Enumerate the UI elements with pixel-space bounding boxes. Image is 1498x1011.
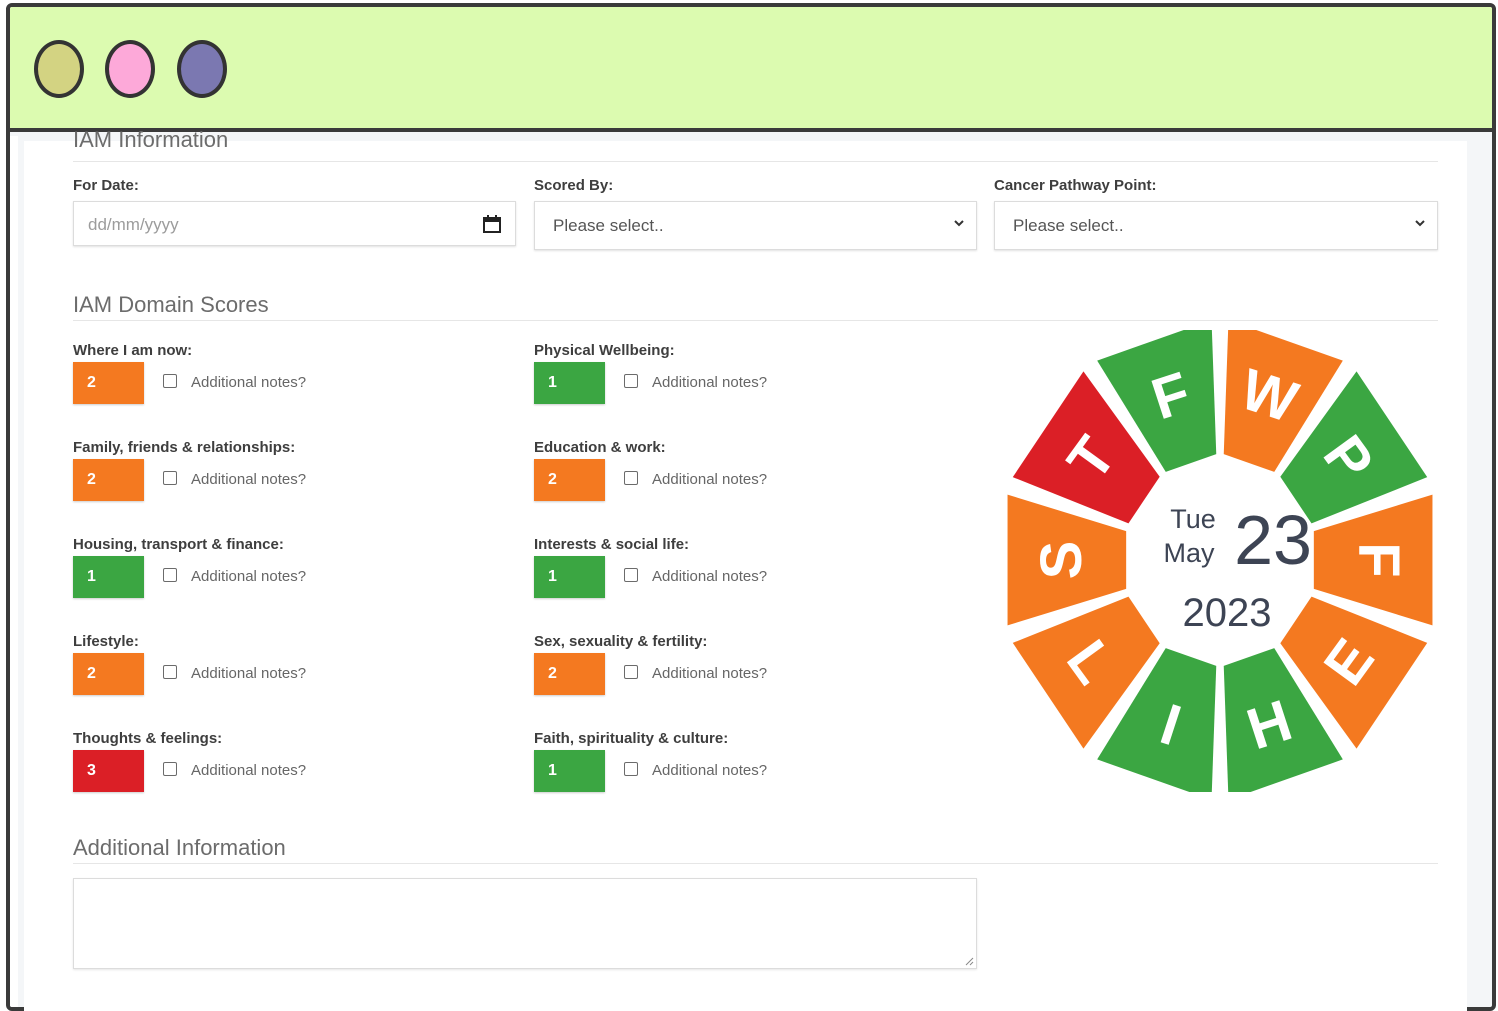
domain-label-housing-transport-finance: Housing, transport & finance:: [73, 536, 284, 553]
additional-notes-checkbox[interactable]: [163, 665, 177, 679]
window-control-pink[interactable]: [105, 40, 155, 98]
calendar-icon[interactable]: [483, 215, 501, 233]
additional-notes-label[interactable]: Additional notes?: [191, 665, 306, 682]
window-control-olive[interactable]: [34, 40, 84, 98]
left-margin: [10, 136, 18, 1007]
title-bar: [10, 7, 1492, 132]
divider: [73, 161, 1438, 162]
domain-label-thoughts-feelings: Thoughts & feelings:: [73, 730, 223, 747]
divider: [73, 320, 1438, 321]
cancer-pathway-select[interactable]: Please select..: [994, 201, 1438, 250]
wheel-segment-letter: S: [1029, 541, 1094, 580]
domain-label-education-work: Education & work:: [534, 439, 666, 456]
section-title-domain-scores: IAM Domain Scores: [73, 292, 269, 317]
additional-notes-checkbox[interactable]: [163, 568, 177, 582]
domain-score-thoughts-feelings[interactable]: 3: [73, 750, 144, 792]
domain-label-lifestyle: Lifestyle:: [73, 633, 139, 650]
additional-notes-label[interactable]: Additional notes?: [652, 374, 767, 391]
additional-info-textarea[interactable]: [73, 878, 977, 969]
additional-notes-label[interactable]: Additional notes?: [652, 471, 767, 488]
for-date-input[interactable]: dd/mm/yyyy: [73, 201, 516, 246]
wheel-day: 23: [1234, 501, 1312, 579]
additional-notes-checkbox[interactable]: [624, 762, 638, 776]
domain-label-sex-sexuality-fertility: Sex, sexuality & fertility:: [534, 633, 708, 650]
domain-score-where-i-am-now[interactable]: 2: [73, 362, 144, 404]
domain-score-family-friends-relationships[interactable]: 2: [73, 459, 144, 501]
domain-label-family-friends-relationships: Family, friends & relationships:: [73, 439, 296, 456]
section-title-additional-info: Additional Information: [73, 835, 286, 860]
window-control-purple[interactable]: [177, 40, 227, 98]
for-date-placeholder: dd/mm/yyyy: [88, 215, 179, 234]
for-date-label: For Date:: [73, 177, 139, 194]
additional-notes-label[interactable]: Additional notes?: [191, 374, 306, 391]
divider: [73, 863, 1438, 864]
additional-notes-checkbox[interactable]: [624, 568, 638, 582]
domain-label-where-i-am-now: Where I am now:: [73, 342, 193, 359]
additional-notes-label[interactable]: Additional notes?: [652, 665, 767, 682]
resize-handle-icon[interactable]: [964, 956, 974, 966]
additional-notes-checkbox[interactable]: [163, 374, 177, 388]
iam-wheel: WPFEHILSTF Tue May 23 2023: [1007, 330, 1433, 792]
domain-label-faith-spirituality-culture: Faith, spirituality & culture:: [534, 730, 729, 747]
additional-notes-checkbox[interactable]: [624, 374, 638, 388]
scored-by-value: Please select..: [553, 216, 664, 235]
domain-label-physical-wellbeing: Physical Wellbeing:: [534, 342, 675, 359]
scored-by-select[interactable]: Please select..: [534, 201, 977, 250]
section-title-iam-info: IAM Information: [73, 129, 229, 147]
domain-score-lifestyle[interactable]: 2: [73, 653, 144, 695]
domain-score-faith-spirituality-culture[interactable]: 1: [534, 750, 605, 792]
additional-notes-checkbox[interactable]: [624, 665, 638, 679]
scored-by-label: Scored By:: [534, 177, 614, 194]
domain-score-housing-transport-finance[interactable]: 1: [73, 556, 144, 598]
domain-score-physical-wellbeing[interactable]: 1: [534, 362, 605, 404]
chevron-down-icon: [1415, 220, 1425, 227]
domain-label-interests-social-life: Interests & social life:: [534, 536, 690, 553]
wheel-segment-letter: F: [1346, 542, 1411, 577]
additional-notes-checkbox[interactable]: [163, 762, 177, 776]
form-card: IAM Information For Date: dd/mm/yyyy Sco…: [24, 129, 1467, 1011]
domain-score-education-work[interactable]: 2: [534, 459, 605, 501]
additional-notes-checkbox[interactable]: [163, 471, 177, 485]
additional-notes-label[interactable]: Additional notes?: [191, 471, 306, 488]
chevron-down-icon: [954, 220, 964, 227]
cancer-pathway-value: Please select..: [1013, 216, 1124, 235]
additional-notes-label[interactable]: Additional notes?: [191, 568, 306, 585]
domain-score-sex-sexuality-fertility[interactable]: 2: [534, 653, 605, 695]
additional-notes-label[interactable]: Additional notes?: [191, 762, 306, 779]
wheel-year: 2023: [1183, 591, 1272, 635]
additional-notes-label[interactable]: Additional notes?: [652, 762, 767, 779]
wheel-weekday: Tue: [1170, 504, 1216, 534]
additional-notes-checkbox[interactable]: [624, 471, 638, 485]
domain-score-interests-social-life[interactable]: 1: [534, 556, 605, 598]
wheel-month: May: [1163, 538, 1215, 568]
cancer-pathway-label: Cancer Pathway Point:: [994, 177, 1157, 194]
additional-notes-label[interactable]: Additional notes?: [652, 568, 767, 585]
